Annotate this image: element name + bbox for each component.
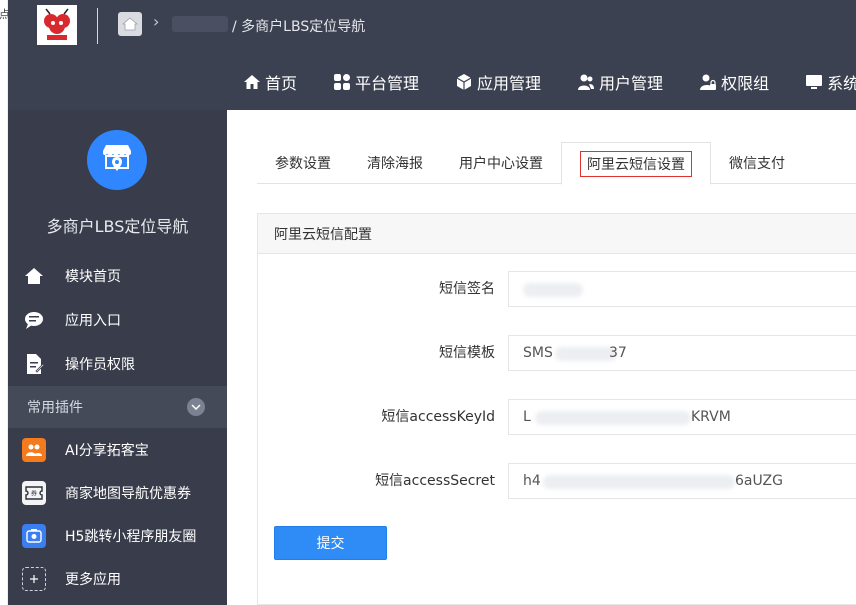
nav-permissions-label: 权限组 — [721, 74, 770, 93]
miniapp-icon — [22, 523, 46, 548]
top-header: › / 多商户LBS定位导航 首页 平台管理 应用管理 用户管理 权限组 系统 — [8, 0, 856, 110]
nav-home[interactable]: 首页 — [243, 70, 297, 94]
tab-aliyun-sms[interactable]: 阿里云短信设置 — [561, 142, 711, 185]
plus-icon — [22, 566, 46, 591]
field-label-sign: 短信签名 — [439, 281, 495, 297]
tab-params[interactable]: 参数设置 — [257, 142, 349, 184]
value-suffix: 37 — [609, 345, 627, 361]
chevron-down-icon — [187, 398, 205, 416]
nav-platform[interactable]: 平台管理 — [333, 70, 419, 94]
nav-apps-label: 应用管理 — [477, 74, 542, 93]
field-label-template: 短信模板 — [439, 345, 495, 361]
tab-clear-poster[interactable]: 清除海报 — [349, 142, 441, 184]
plugin-item-h5-miniapp[interactable]: H5跳转小程序朋友圈 — [8, 514, 227, 557]
nav-users-label: 用户管理 — [599, 74, 664, 93]
redacted-value — [555, 347, 617, 361]
store-location-icon — [87, 130, 147, 190]
tab-label: 阿里云短信设置 — [580, 150, 692, 177]
plugin-item-ai-share[interactable]: AI分享拓客宝 — [8, 428, 227, 471]
svg-text:券: 券 — [31, 489, 37, 497]
access-secret-input[interactable]: h4 6aUZG — [508, 463, 856, 499]
value-prefix: L — [523, 409, 531, 425]
nav-platform-label: 平台管理 — [355, 74, 420, 93]
panel-title: 阿里云短信配置 — [258, 214, 856, 254]
ant-logo-icon — [44, 8, 70, 40]
redacted-value — [523, 283, 583, 297]
window-edge: 点 — [0, 0, 10, 605]
sidebar-menu: 模块首页 应用入口 操作员权限 常用插件 AI分享拓客宝 券 商家地图导航优惠券… — [8, 254, 227, 600]
sidebar-group-label: 常用插件 — [27, 400, 83, 416]
plugin-item-map-coupon[interactable]: 券 商家地图导航优惠券 — [8, 471, 227, 514]
sidebar-item-operator-permissions[interactable]: 操作员权限 — [8, 342, 227, 386]
field-row-template: 短信模板 SMS 37 — [258, 335, 856, 371]
share-users-icon — [22, 437, 46, 462]
settings-tabs: 参数设置 清除海报 用户中心设置 阿里云短信设置 微信支付 — [257, 142, 856, 185]
sms-sign-input[interactable] — [508, 271, 856, 307]
nav-permissions[interactable]: 权限组 — [699, 70, 769, 94]
redacted-value — [543, 475, 735, 489]
nav-system-label: 系统 — [827, 74, 856, 93]
coupon-icon: 券 — [22, 480, 46, 505]
cube-icon — [456, 74, 472, 90]
user-lock-icon — [700, 74, 717, 90]
sms-config-panel: 阿里云短信配置 短信签名 短信模板 SMS 37 短信accessKeyId L… — [257, 213, 856, 605]
app-logo[interactable] — [37, 5, 77, 45]
breadcrumb-current: / 多商户LBS定位导航 — [232, 19, 366, 35]
header-divider — [97, 8, 98, 44]
sidebar: 多商户LBS定位导航 模块首页 应用入口 操作员权限 常用插件 AI分享拓客宝 … — [8, 110, 227, 605]
nav-users[interactable]: 用户管理 — [577, 70, 663, 94]
breadcrumb-redacted-link[interactable] — [172, 16, 228, 32]
sidebar-item-label: 操作员权限 — [65, 357, 135, 373]
plugin-label: AI分享拓客宝 — [65, 442, 149, 459]
sidebar-app-title: 多商户LBS定位导航 — [46, 217, 189, 236]
sidebar-item-module-home[interactable]: 模块首页 — [8, 254, 227, 298]
nav-apps[interactable]: 应用管理 — [455, 70, 541, 94]
tab-wechat-pay[interactable]: 微信支付 — [711, 142, 803, 184]
value-suffix: KRVM — [691, 409, 731, 425]
doc-edit-icon — [22, 352, 46, 376]
plugin-label: 更多应用 — [65, 571, 121, 588]
value-suffix: 6aUZG — [735, 473, 783, 489]
users-icon — [578, 74, 595, 90]
tab-label: 清除海报 — [367, 156, 423, 172]
redacted-value — [535, 411, 691, 425]
sidebar-group-plugins[interactable]: 常用插件 — [8, 386, 227, 428]
tab-label: 用户中心设置 — [459, 156, 543, 172]
breadcrumb-home-icon[interactable] — [118, 12, 142, 36]
sidebar-item-app-entry[interactable]: 应用入口 — [8, 298, 227, 342]
home-icon — [22, 264, 46, 288]
value-prefix: SMS — [523, 345, 553, 361]
sms-template-input[interactable]: SMS 37 — [508, 335, 856, 371]
sidebar-item-label: 应用入口 — [65, 313, 121, 329]
nav-home-label: 首页 — [265, 74, 298, 93]
tab-user-center[interactable]: 用户中心设置 — [441, 142, 561, 184]
plugin-label: H5跳转小程序朋友圈 — [65, 528, 197, 545]
access-key-id-input[interactable]: L KRVM — [508, 399, 856, 435]
main-content: 参数设置 清除海报 用户中心设置 阿里云短信设置 微信支付 阿里云短信配置 短信… — [227, 110, 856, 605]
field-row-sign: 短信签名 — [258, 271, 856, 307]
field-row-key-id: 短信accessKeyId L KRVM — [258, 399, 856, 435]
plugin-label: 商家地图导航优惠券 — [65, 485, 191, 502]
window-edge-text: 点 — [0, 8, 10, 21]
sidebar-item-label: 模块首页 — [65, 269, 121, 285]
field-row-secret: 短信accessSecret h4 6aUZG — [258, 463, 856, 499]
home-icon — [244, 75, 260, 89]
tab-label: 微信支付 — [729, 156, 785, 172]
monitor-icon — [806, 75, 823, 89]
field-label-secret: 短信accessSecret — [375, 473, 495, 489]
plugin-item-more-apps[interactable]: 更多应用 — [8, 557, 227, 600]
breadcrumb-chevron-icon: › — [153, 12, 160, 31]
apps-icon — [334, 74, 351, 90]
chat-icon — [22, 308, 46, 332]
value-prefix: h4 — [523, 473, 541, 489]
field-label-key-id: 短信accessKeyId — [381, 409, 495, 425]
nav-system[interactable]: 系统 — [805, 70, 856, 94]
submit-button[interactable]: 提交 — [274, 526, 387, 560]
top-navigation: 首页 平台管理 应用管理 用户管理 权限组 系统 — [243, 70, 856, 94]
tab-label: 参数设置 — [275, 156, 331, 172]
